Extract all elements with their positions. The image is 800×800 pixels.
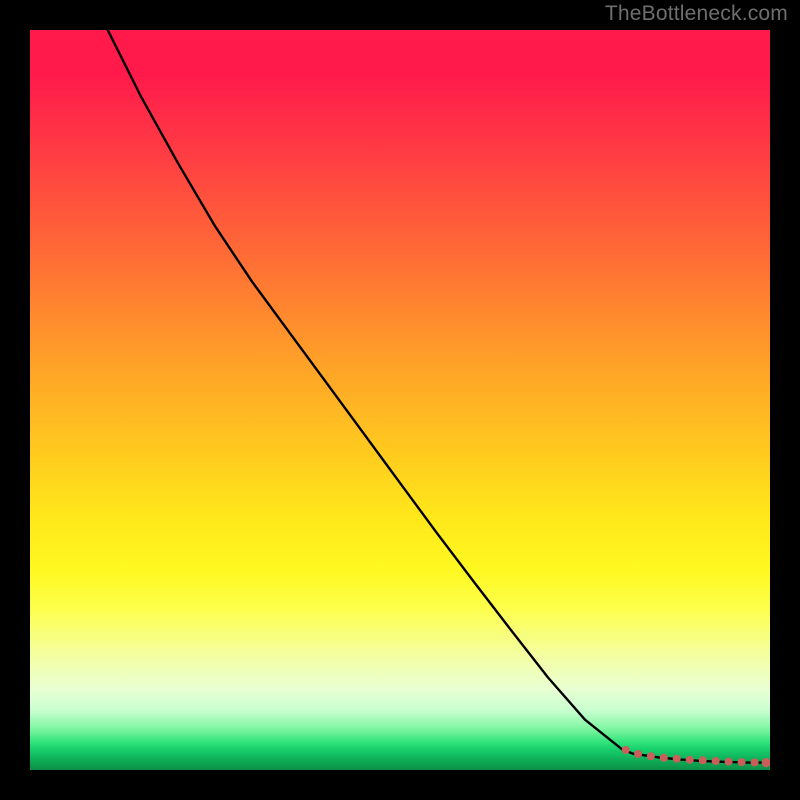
selected-range-dot (622, 746, 630, 754)
plot-area (30, 30, 770, 770)
selected-range-dot (647, 752, 655, 760)
selected-range-dot (634, 750, 642, 758)
selected-range-dot (660, 754, 668, 762)
chart-stage: TheBottleneck.com (0, 0, 800, 800)
bottleneck-curve (108, 30, 770, 763)
selected-range-dot (725, 758, 733, 766)
selected-range-dot (738, 758, 746, 766)
selected-range-dot (751, 758, 759, 766)
selected-range-dot (762, 758, 770, 767)
watermark-text: TheBottleneck.com (605, 2, 788, 26)
selected-range-dot (673, 755, 681, 763)
selected-range-dot (686, 756, 694, 764)
selected-range-markers (622, 746, 770, 767)
chart-overlay (30, 30, 770, 770)
selected-range-dot (712, 757, 720, 765)
selected-range-dot (699, 756, 707, 764)
